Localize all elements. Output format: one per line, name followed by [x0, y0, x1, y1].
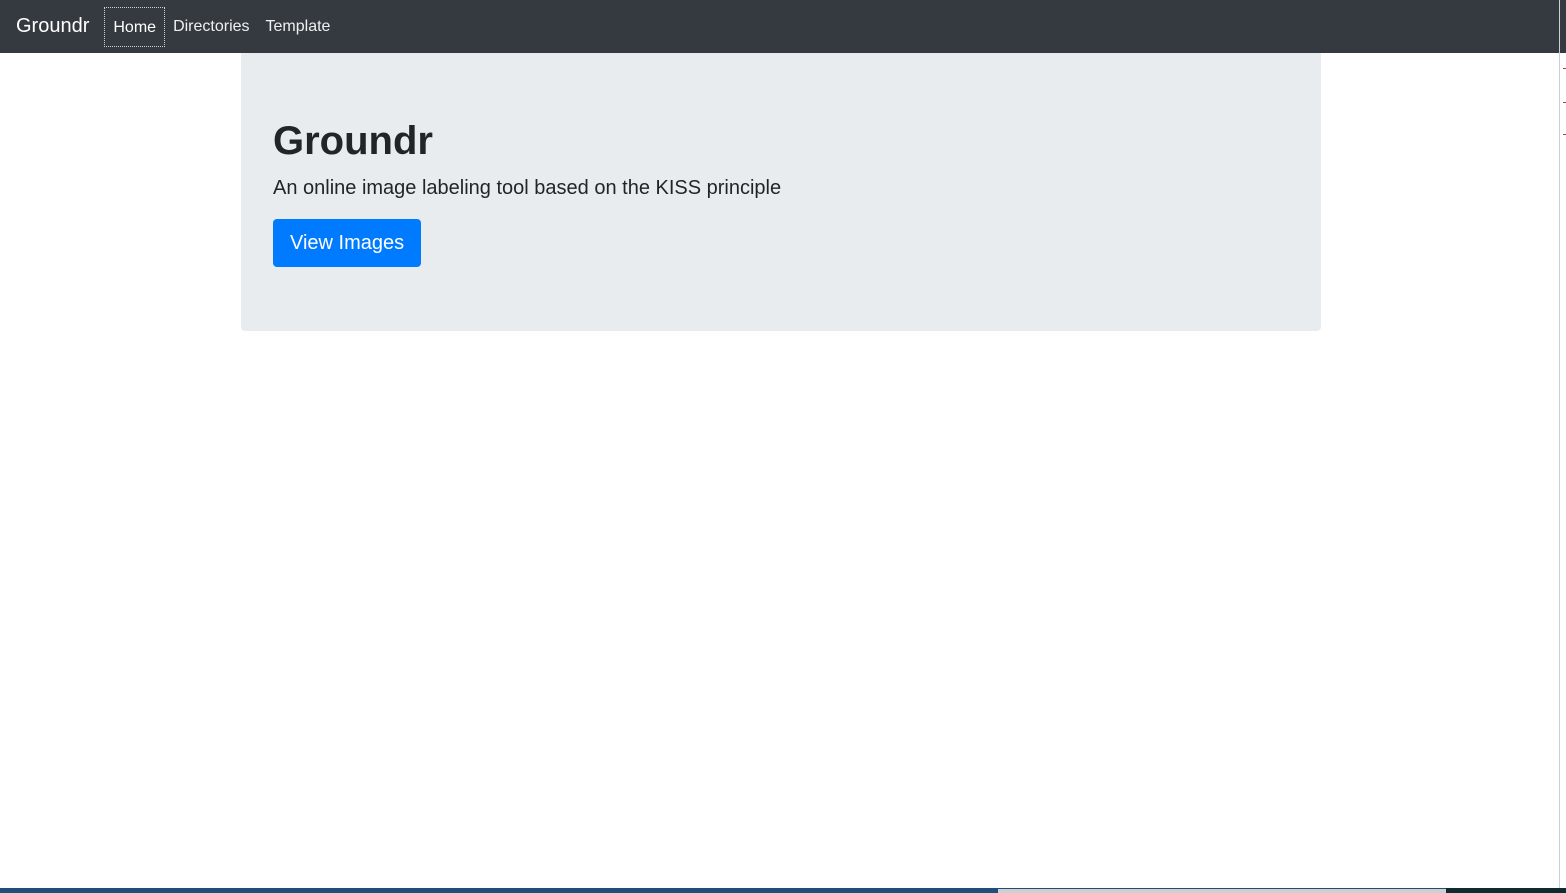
view-images-button[interactable]: View Images — [273, 219, 422, 267]
hero-lead-text: An online image labeling tool based on t… — [273, 177, 782, 199]
taskbar-edge-segment — [998, 889, 1446, 893]
hero-title: Groundr — [273, 119, 433, 163]
nav-link-directories[interactable]: Directories — [165, 7, 257, 47]
navbar-brand[interactable]: Groundr — [16, 15, 89, 38]
hero-jumbotron: Groundr An online image labeling tool ba… — [241, 53, 1321, 331]
window-edge-dark — [1560, 0, 1566, 53]
window-edge-strip — [1559, 0, 1566, 893]
top-navbar: Groundr Home Directories Template — [0, 0, 1560, 53]
app-page: Groundr Home Directories Template Ground… — [0, 0, 1566, 893]
nav-link-template[interactable]: Template — [258, 7, 339, 47]
taskbar-edge-dark — [1446, 888, 1566, 893]
nav-link-home[interactable]: Home — [104, 6, 166, 47]
